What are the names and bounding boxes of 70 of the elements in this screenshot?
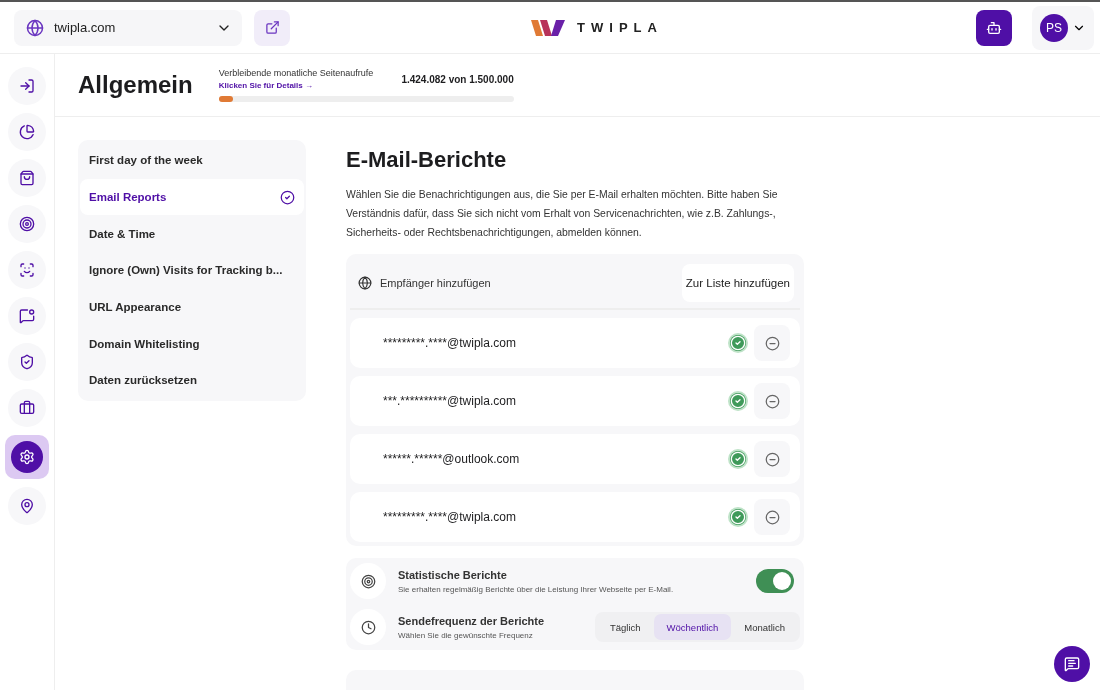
login-icon: [19, 78, 35, 94]
stats-toggle[interactable]: [756, 569, 794, 593]
target-icon: [19, 216, 35, 232]
recipient-email: ******.******@outlook.com: [383, 452, 521, 466]
frequency-title: Sendefrequenz der Berichte: [398, 614, 546, 627]
minus-circle-icon: [764, 393, 780, 409]
globe-icon: [26, 18, 44, 37]
chat-icon: [19, 308, 35, 324]
recipient-input-field[interactable]: Empfänger hinzufügen: [358, 265, 674, 301]
stats-title: Statistische Berichte: [398, 568, 508, 581]
remove-button[interactable]: [754, 441, 790, 477]
settings-nav-item[interactable]: First day of the week: [80, 142, 304, 179]
quota-label: Verbleibende monatliche Seitenaufrufe: [218, 68, 374, 78]
map-pin-icon: [19, 498, 35, 514]
frequency-option[interactable]: Täglich: [596, 614, 654, 640]
shopping-bag-icon: [19, 170, 35, 186]
settings-icon: [19, 449, 35, 465]
assistant-button[interactable]: [976, 9, 1012, 46]
minus-circle-icon: [764, 451, 780, 467]
sidebar-nav-button[interactable]: [5, 435, 49, 479]
add-to-list-button[interactable]: Zur Liste hinzufügen: [681, 264, 794, 302]
settings-nav-item[interactable]: URL Appearance: [80, 288, 304, 326]
remove-button[interactable]: [754, 499, 790, 535]
chat-button[interactable]: [1054, 646, 1090, 682]
frequency-subtitle: Wählen Sie die gewünschte Frequenz: [398, 630, 534, 640]
settings-nav-item[interactable]: Ignore (Own) Visits for Tracking b...: [80, 252, 304, 289]
clock-icon: [350, 609, 386, 645]
remove-button[interactable]: [754, 383, 790, 419]
external-link-icon: [264, 20, 280, 35]
settings-nav-item[interactable]: Date & Time: [80, 215, 304, 253]
avatar: PS: [1040, 13, 1068, 42]
section-description: Wählen Sie die Benachrichtigungen aus, die Sie per E-Mail erhalten möchten. Bitte haben Sie Verständnis dafür, dass Sie sich nicht vom Erhalt von Servicenachrichten, wie z.B. Zahlungs-, Sicherheits- oder Rechtsbenachrichtigungen, abmelden können.: [346, 188, 779, 240]
section-title: E-Mail-Berichte: [346, 147, 508, 173]
stats-subtitle: Sie erhalten regelmäßig Berichte über die Leistung Ihrer Webseite per E-Mail.: [398, 584, 675, 594]
briefcase-icon: [19, 400, 35, 416]
sidebar-nav-button[interactable]: [8, 67, 46, 105]
settings-nav-item[interactable]: Domain Whitelisting: [80, 325, 304, 363]
site-selector[interactable]: twipla.com: [14, 9, 242, 46]
sidebar-nav-button[interactable]: [8, 297, 46, 335]
globe-icon: [358, 276, 372, 290]
face-scan-icon: [19, 262, 35, 278]
sidebar-nav-button[interactable]: [8, 113, 46, 151]
sidebar-nav-button[interactable]: [8, 389, 46, 427]
shield-icon: [19, 354, 35, 370]
sidebar-nav-button[interactable]: [8, 205, 46, 243]
logo-text: TWIPLA: [577, 20, 663, 35]
external-link-button[interactable]: [254, 9, 290, 46]
page-title: Allgemein: [78, 71, 193, 99]
account-menu[interactable]: PS: [1032, 5, 1094, 50]
logo-icon: [531, 17, 568, 38]
frequency-option[interactable]: Wöchentlich: [653, 614, 732, 640]
sidebar-nav-button[interactable]: [8, 487, 46, 525]
settings-nav-item[interactable]: Daten zurücksetzen: [80, 362, 304, 399]
sidebar-nav-button[interactable]: [8, 159, 46, 197]
minus-circle-icon: [764, 509, 780, 525]
recipient-email: *********.****@twipla.com: [383, 510, 517, 524]
recipient-email: ***.**********@twipla.com: [383, 394, 517, 408]
pie-chart-icon: [19, 124, 35, 140]
sidebar-nav-button[interactable]: [8, 343, 46, 381]
quota-value: 1.424.082 von 1.500.000: [401, 73, 514, 85]
remove-button[interactable]: [754, 325, 790, 361]
settings-nav-item[interactable]: Email Reports: [80, 178, 304, 216]
robot-icon: [986, 19, 1002, 36]
recipient-email: *********.****@twipla.com: [383, 336, 517, 350]
chat-icon: [1064, 656, 1080, 672]
frequency-option[interactable]: Monatlich: [731, 614, 798, 640]
sidebar-nav-button[interactable]: [8, 251, 46, 289]
check-circle-icon: [280, 189, 295, 205]
details-link[interactable]: Klicken Sie für Details →: [218, 81, 374, 90]
minus-circle-icon: [764, 335, 780, 351]
